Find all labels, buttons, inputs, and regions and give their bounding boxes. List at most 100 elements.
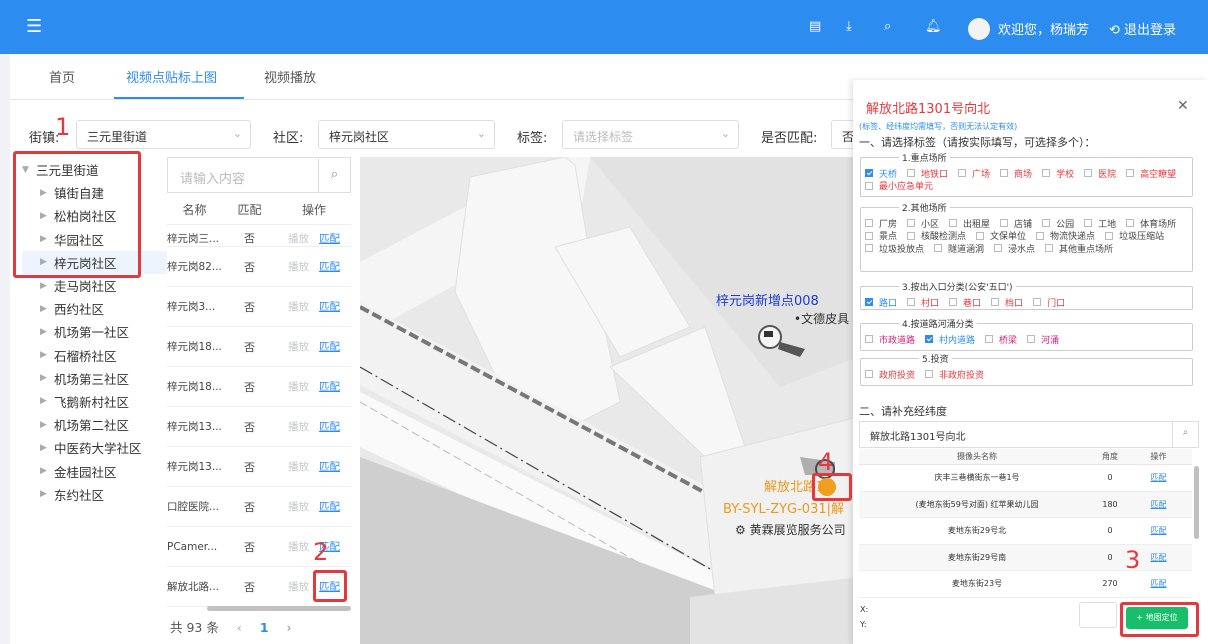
- match-link[interactable]: 匹配: [319, 381, 340, 393]
- checkbox-checked-icon[interactable]: [865, 169, 873, 177]
- tag-checkbox[interactable]: 物流快递点: [1036, 230, 1095, 242]
- logout-button[interactable]: ⟲ 退出登录: [1109, 19, 1176, 38]
- checkbox-icon[interactable]: [1084, 219, 1093, 227]
- checkbox-icon[interactable]: [1027, 335, 1036, 343]
- tree-item[interactable]: ▶ 机场第一社区: [22, 320, 167, 343]
- tag-checkbox[interactable]: 档口: [991, 296, 1023, 309]
- checkbox-icon[interactable]: [994, 244, 1003, 252]
- play-link[interactable]: 播放: [288, 381, 309, 393]
- checkbox-icon[interactable]: [865, 219, 873, 227]
- tab-video-tagging[interactable]: 视频点贴标上图: [126, 67, 217, 86]
- play-link[interactable]: 播放: [288, 233, 309, 245]
- checkbox-icon[interactable]: [1000, 219, 1009, 227]
- checkbox-icon[interactable]: [907, 298, 916, 306]
- checkbox-icon[interactable]: [865, 231, 873, 240]
- checkbox-checked-icon[interactable]: [865, 298, 873, 306]
- match-link[interactable]: 匹配: [319, 233, 340, 245]
- checkbox-icon[interactable]: [907, 231, 916, 240]
- checkbox-icon[interactable]: [949, 219, 958, 227]
- tag-checkbox[interactable]: 公园: [1042, 217, 1074, 230]
- tag-checkbox[interactable]: 河涌: [1027, 333, 1059, 346]
- tag-checkbox[interactable]: 景点: [865, 230, 897, 242]
- download-icon[interactable]: ⤓: [846, 19, 852, 34]
- tag-checkbox[interactable]: 村内道路: [925, 333, 975, 346]
- checkbox-icon[interactable]: [985, 335, 994, 343]
- tag-checkbox[interactable]: 工地: [1084, 217, 1116, 230]
- checkbox-icon[interactable]: [958, 169, 967, 177]
- match-link[interactable]: 匹配: [319, 301, 340, 313]
- menu-icon[interactable]: ☰: [26, 16, 42, 37]
- checkbox-icon[interactable]: [1105, 231, 1114, 240]
- match-link[interactable]: 匹配: [319, 421, 340, 433]
- user-avatar[interactable]: [968, 18, 990, 40]
- tag-checkbox[interactable]: 桥梁: [985, 333, 1017, 346]
- checkbox-icon[interactable]: [925, 370, 934, 378]
- tag-checkbox[interactable]: 小区: [907, 217, 939, 230]
- play-link[interactable]: 播放: [288, 581, 309, 593]
- checkbox-icon[interactable]: [907, 169, 916, 177]
- tag-checkbox[interactable]: 店铺: [1000, 217, 1032, 230]
- search-icon[interactable]: ⌕: [318, 158, 350, 192]
- tag-checkbox[interactable]: 隧道涵洞: [934, 242, 984, 255]
- play-link[interactable]: 播放: [288, 501, 309, 513]
- checkbox-icon[interactable]: [1045, 244, 1054, 252]
- match-link[interactable]: 匹配: [319, 341, 340, 353]
- checkbox-icon[interactable]: [949, 298, 958, 306]
- tree-item[interactable]: ▶ 西约社区: [22, 297, 167, 320]
- search-icon[interactable]: ⌕: [884, 19, 891, 34]
- tag-checkbox[interactable]: 广场: [958, 167, 990, 180]
- checkbox-icon[interactable]: [907, 219, 916, 227]
- tag-checkbox[interactable]: 最小应急单元: [865, 180, 933, 192]
- tree-item[interactable]: ▶ 机场第二社区: [22, 413, 167, 436]
- bell-icon[interactable]: 🔔︎: [925, 19, 942, 34]
- next-page-icon[interactable]: ›: [287, 620, 292, 635]
- checkbox-icon[interactable]: [1042, 169, 1051, 177]
- match-link[interactable]: 匹配: [319, 501, 340, 513]
- tag-checkbox[interactable]: 出租屋: [949, 217, 990, 230]
- checkbox-icon[interactable]: [865, 335, 873, 343]
- play-link[interactable]: 播放: [288, 461, 309, 473]
- match-link[interactable]: 匹配: [1125, 472, 1192, 483]
- checkbox-icon[interactable]: [934, 244, 943, 252]
- tag-checkbox[interactable]: 巷口: [949, 296, 981, 309]
- play-link[interactable]: 播放: [288, 301, 309, 313]
- search-icon[interactable]: ⌕: [1172, 422, 1198, 447]
- checkbox-icon[interactable]: [1033, 298, 1042, 306]
- coord-input[interactable]: [1079, 602, 1117, 628]
- tag-checkbox[interactable]: 天桥: [865, 167, 897, 180]
- tag-checkbox[interactable]: 路口: [865, 296, 897, 309]
- tag-select[interactable]: 请选择标签 ⌄: [562, 120, 739, 149]
- list-search-input[interactable]: 请输入内容 ⌕: [167, 157, 351, 193]
- checkbox-icon[interactable]: [865, 370, 873, 378]
- tag-checkbox[interactable]: 村口: [907, 296, 939, 309]
- street-select[interactable]: 三元里街道 ⌄: [76, 120, 251, 149]
- tag-checkbox[interactable]: 浸水点: [994, 242, 1035, 255]
- tree-item[interactable]: ▶ 中医药大学社区: [22, 436, 167, 459]
- tree-item[interactable]: ▶ 金桂园社区: [22, 459, 167, 482]
- checkbox-icon[interactable]: [991, 298, 1000, 306]
- tag-checkbox[interactable]: 政府投资: [865, 368, 915, 381]
- close-icon[interactable]: ✕: [1177, 98, 1189, 114]
- map-view[interactable]: 梓元岗新增点008 •文德皮具 解放北路1 BY-SYL-ZYG-031|解 ⚙…: [360, 157, 858, 644]
- play-link[interactable]: 播放: [288, 341, 309, 353]
- play-link[interactable]: 播放: [288, 421, 309, 433]
- horizontal-scrollbar[interactable]: [207, 606, 351, 611]
- play-link[interactable]: 播放: [288, 261, 309, 273]
- tab-video-play[interactable]: 视频播放: [264, 67, 316, 86]
- tag-checkbox[interactable]: 学校: [1042, 167, 1074, 180]
- tab-home[interactable]: 首页: [49, 67, 75, 86]
- tag-checkbox[interactable]: 市政道路: [865, 333, 915, 346]
- document-icon[interactable]: ▤: [809, 19, 821, 34]
- tag-checkbox[interactable]: 门口: [1033, 296, 1065, 309]
- map-point-label[interactable]: 梓元岗新增点008: [716, 290, 819, 309]
- match-link[interactable]: 匹配: [1125, 499, 1192, 510]
- tag-checkbox[interactable]: 垃圾压缩站: [1105, 230, 1164, 242]
- page-number[interactable]: 1: [260, 620, 269, 635]
- vertical-scrollbar[interactable]: [1194, 466, 1199, 539]
- checkbox-icon[interactable]: [1000, 169, 1009, 177]
- community-select[interactable]: 梓元岗社区 ⌄: [318, 120, 495, 149]
- tag-checkbox[interactable]: 商场: [1000, 167, 1032, 180]
- checkbox-icon[interactable]: [865, 181, 873, 190]
- match-link[interactable]: 匹配: [319, 261, 340, 273]
- checkbox-icon[interactable]: [1084, 169, 1093, 177]
